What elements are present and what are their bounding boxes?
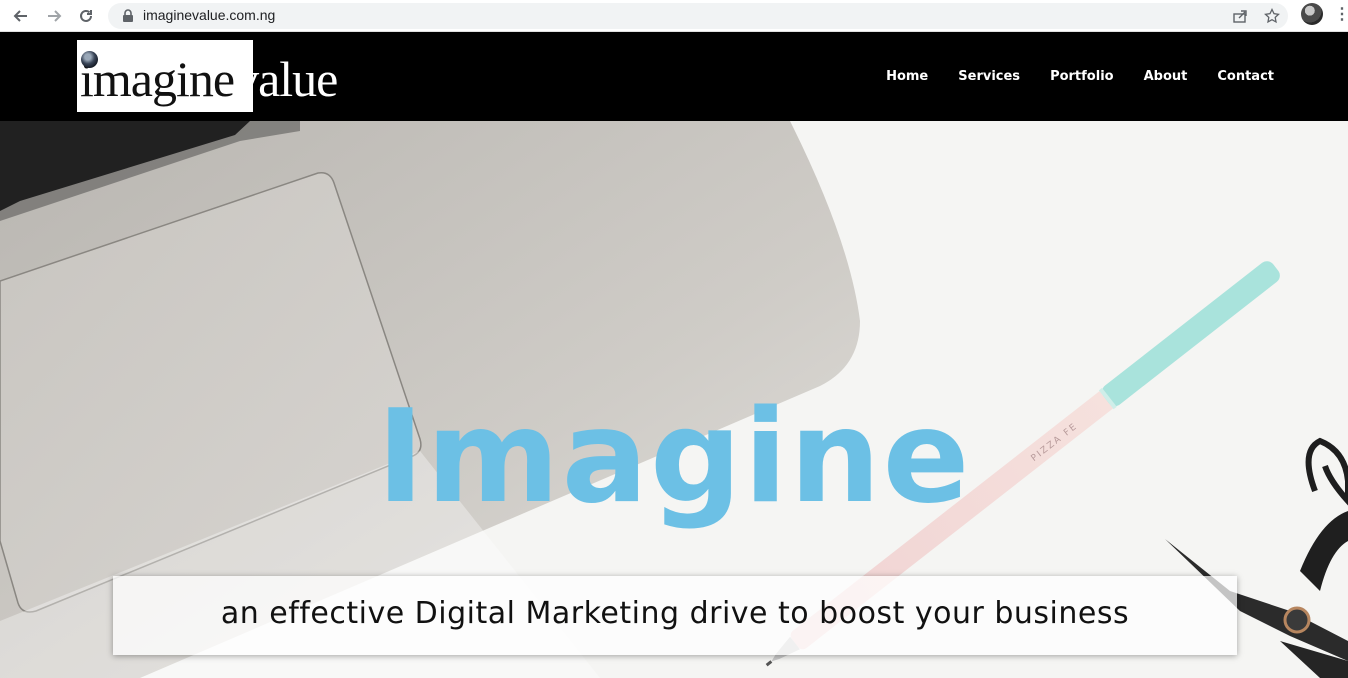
profile-avatar[interactable] (1301, 3, 1323, 25)
nav-about[interactable]: About (1144, 69, 1188, 84)
lock-icon[interactable] (120, 8, 136, 24)
hero-section: PIZZA FE Imagine an effective Digital Ma… (0, 121, 1348, 678)
nav-services[interactable]: Services (958, 69, 1020, 84)
site-header: imaginevalue Home Services Portfolio Abo… (0, 32, 1348, 121)
tagline-box: an effective Digital Marketing drive to … (113, 576, 1237, 655)
logo-part-imagine: imagine (80, 51, 235, 107)
url-text[interactable]: imaginevalue.com.ng (143, 7, 275, 23)
forward-icon[interactable] (42, 4, 66, 28)
nav-home[interactable]: Home (886, 69, 928, 84)
browser-toolbar: imaginevalue.com.ng ⋮ (0, 0, 1348, 32)
hero-title: Imagine (376, 383, 972, 532)
bookmark-star-icon[interactable] (1262, 6, 1282, 26)
hero-tagline: an effective Digital Marketing drive to … (220, 596, 1130, 631)
back-icon[interactable] (9, 4, 33, 28)
nav-contact[interactable]: Contact (1217, 69, 1274, 84)
share-icon[interactable] (1230, 6, 1250, 26)
logo-globe-icon (81, 51, 98, 68)
main-nav: Home Services Portfolio About Contact (856, 32, 1274, 121)
site-logo[interactable]: imaginevalue (80, 49, 338, 109)
logo-part-value: value (234, 51, 338, 107)
address-bar[interactable]: imaginevalue.com.ng (108, 3, 1288, 29)
nav-portfolio[interactable]: Portfolio (1050, 69, 1114, 84)
more-menu-icon[interactable]: ⋮ (1334, 5, 1348, 25)
reload-icon[interactable] (74, 4, 98, 28)
